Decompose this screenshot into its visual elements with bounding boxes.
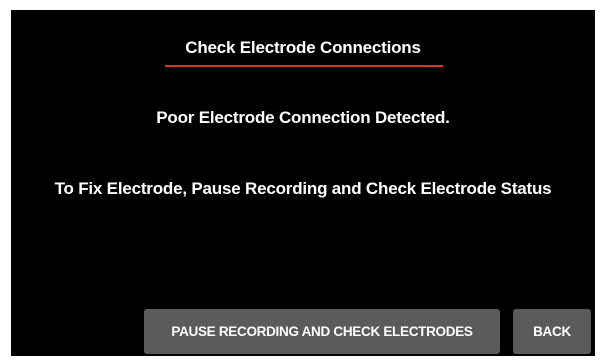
title-underline [165, 65, 443, 67]
back-button[interactable]: BACK [513, 309, 591, 354]
dialog-title: Check Electrode Connections [185, 38, 421, 57]
alert-screen: Check Electrode Connections Poor Electro… [11, 10, 595, 356]
pause-recording-button[interactable]: PAUSE RECORDING AND CHECK ELECTRODES [144, 309, 500, 354]
fix-instruction-message: To Fix Electrode, Pause Recording and Ch… [54, 179, 552, 198]
connection-warning-message: Poor Electrode Connection Detected. [156, 108, 450, 127]
